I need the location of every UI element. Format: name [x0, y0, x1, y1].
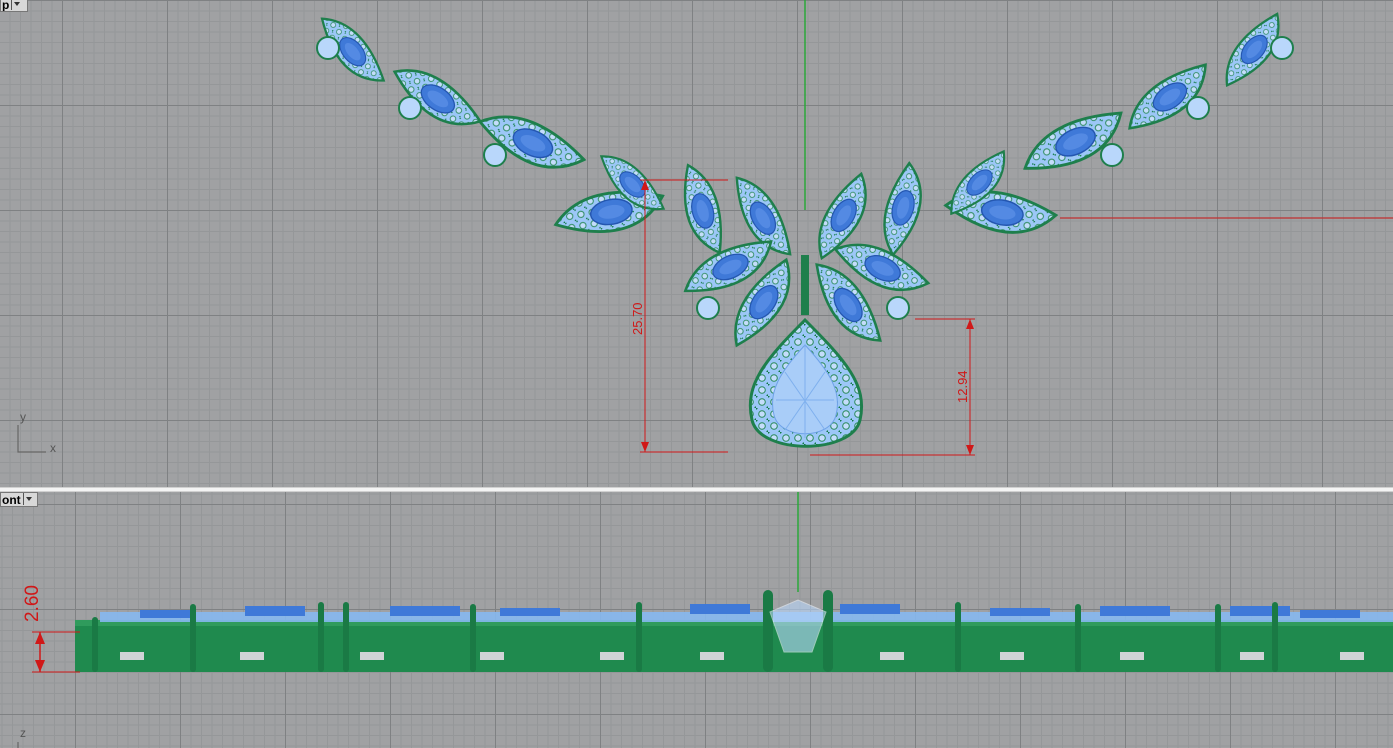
dimension-label-pendant: 12.94	[955, 370, 970, 403]
xy-axes-icon: y x	[17, 410, 56, 455]
top-view-canvas: 25.70 12.94 y x	[17, 0, 1393, 456]
svg-text:x: x	[50, 441, 56, 455]
chevron-down-icon[interactable]	[22, 493, 34, 505]
viewport-tab-top[interactable]: p	[0, 0, 28, 12]
viewport-tab-front[interactable]: ont	[0, 492, 38, 507]
dimension-label-thickness: 2.60	[22, 585, 43, 622]
necklace-front-profile[interactable]	[75, 590, 1393, 672]
chevron-down-icon[interactable]	[11, 0, 22, 10]
svg-text:z: z	[20, 726, 26, 740]
necklace-model[interactable]	[311, 6, 1294, 448]
viewport-front[interactable]: 2.60 z ont	[0, 492, 1393, 748]
dimension-label-overall: 25.70	[630, 302, 645, 335]
dimension-thickness[interactable]: 2.60	[22, 585, 80, 673]
svg-text:y: y	[20, 410, 26, 424]
front-view-canvas: 2.60 z	[17, 492, 1393, 748]
viewport-top[interactable]: 25.70 12.94 y x p	[0, 0, 1393, 487]
z-axis-icon: z	[17, 726, 26, 748]
